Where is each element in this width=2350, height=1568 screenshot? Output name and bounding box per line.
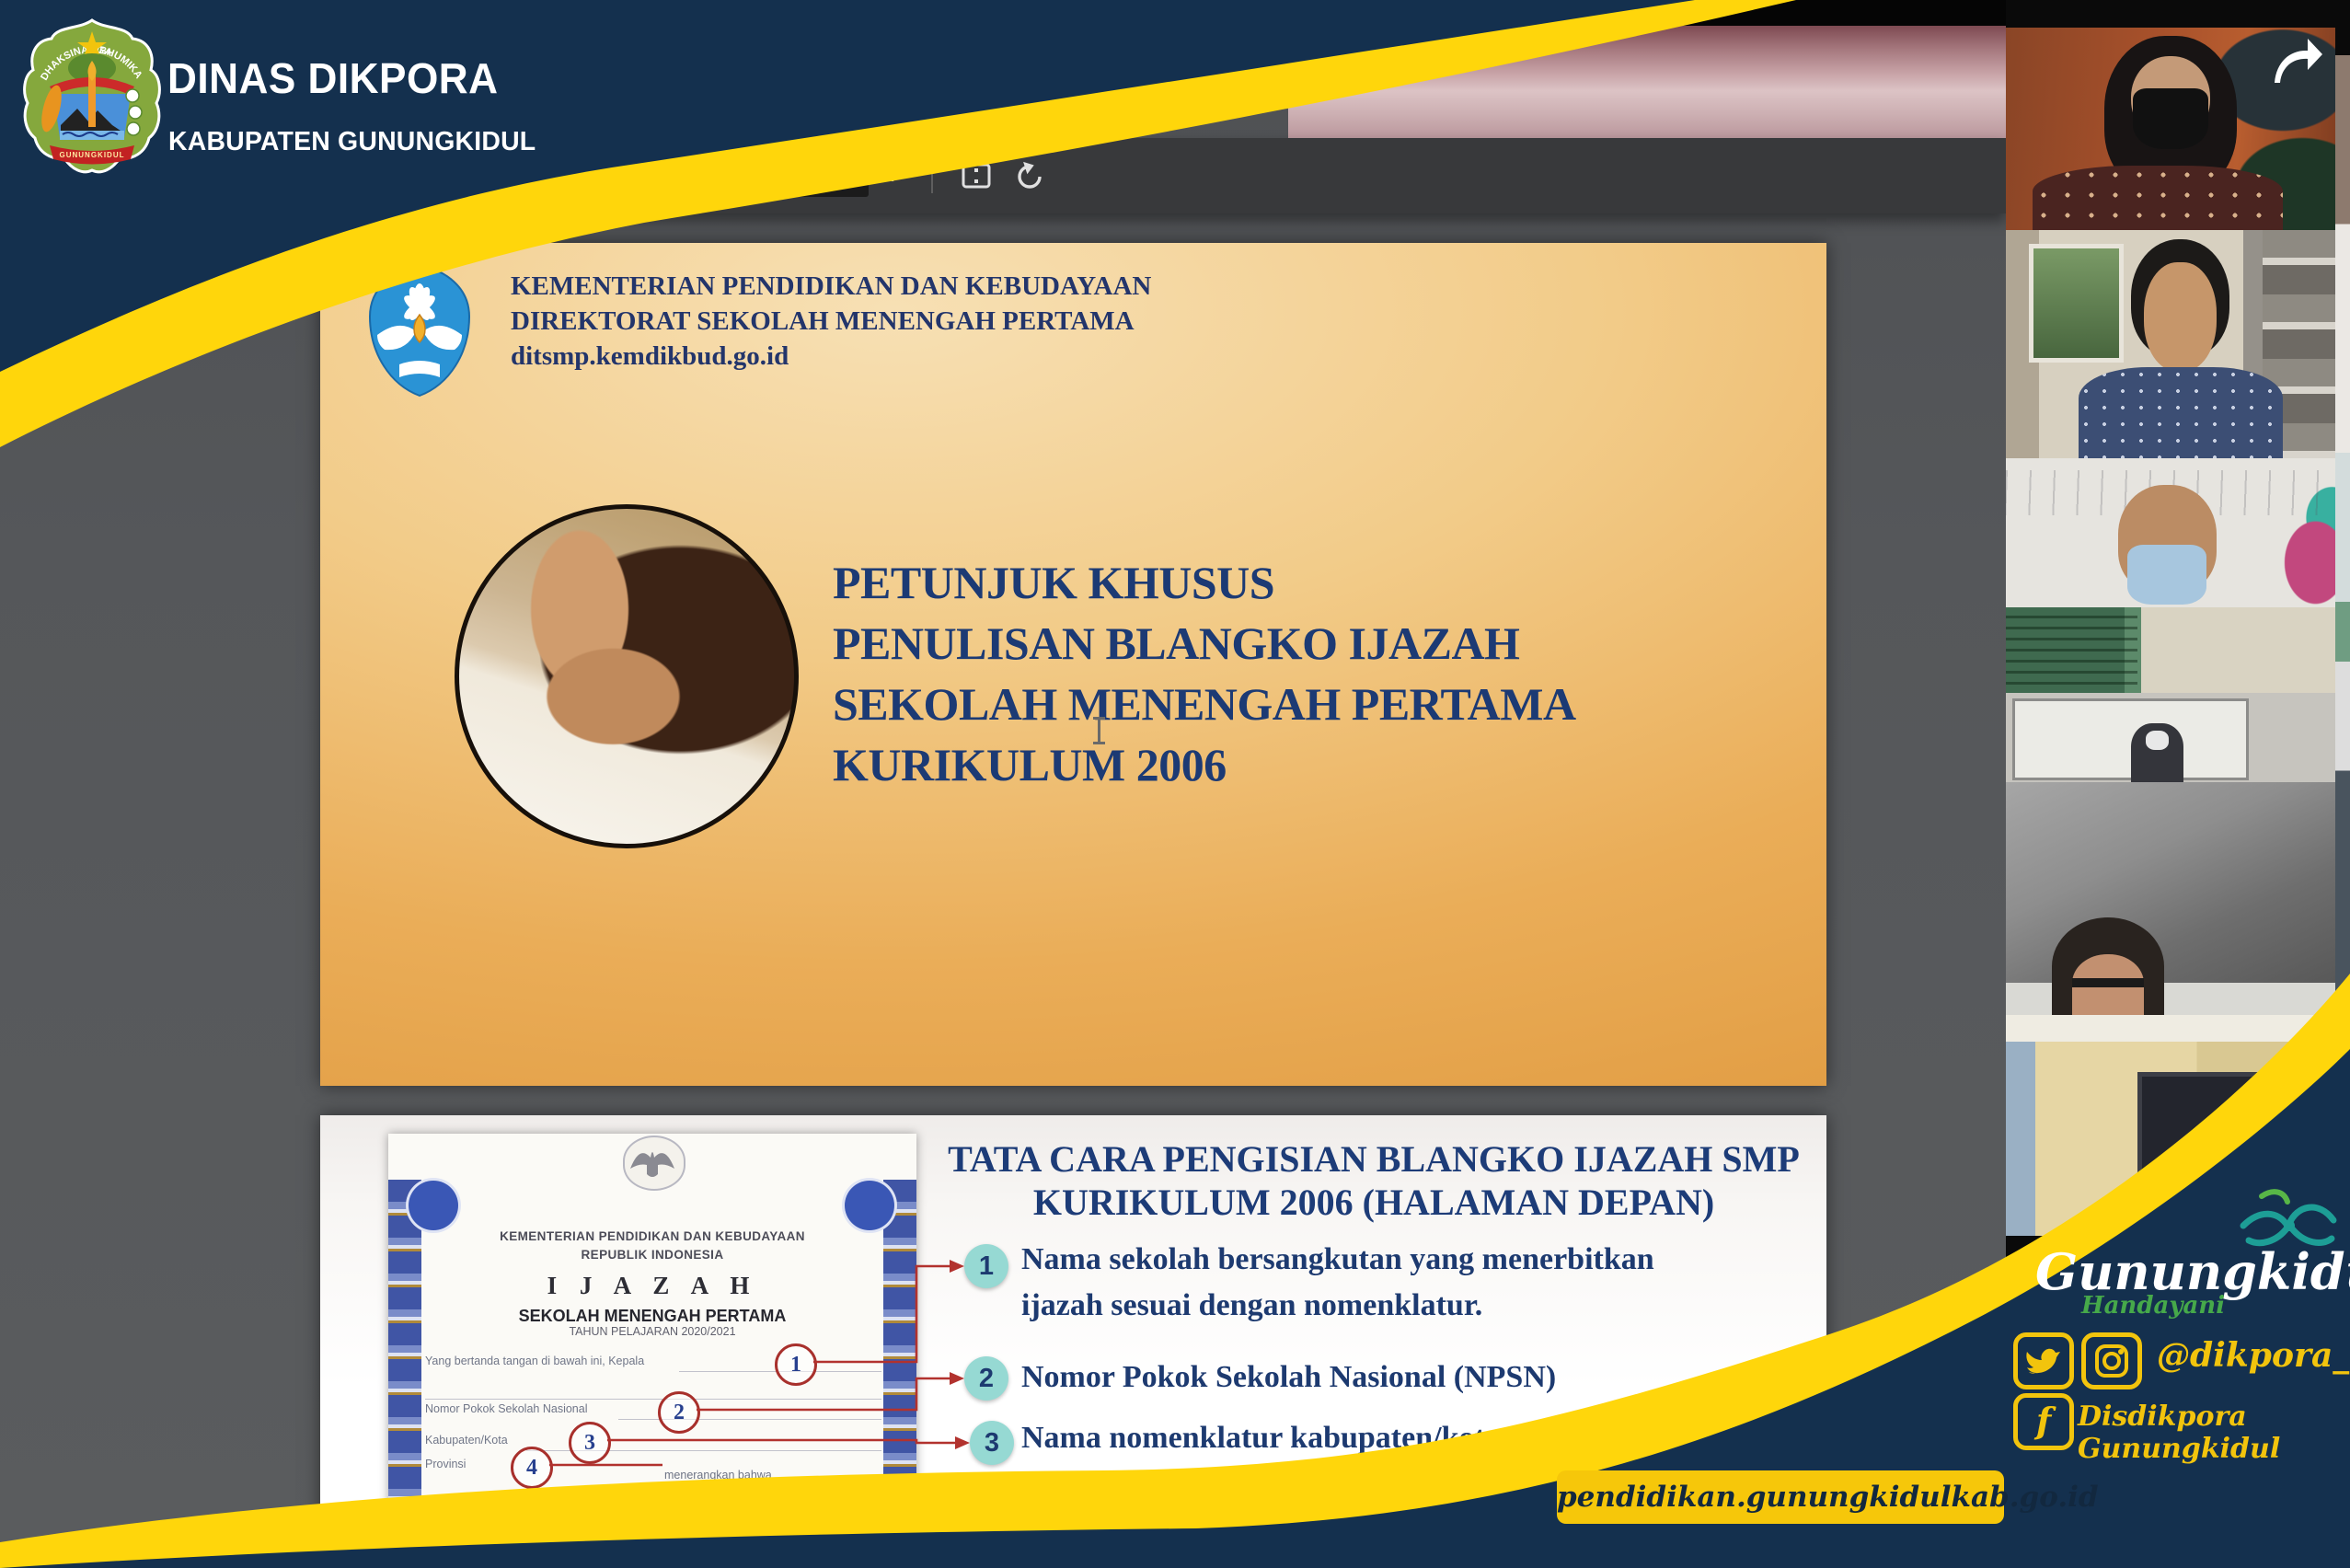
twitter-icon[interactable] <box>2013 1332 2074 1389</box>
frame-bottom-swoosh <box>0 0 2350 1568</box>
facebook-icon[interactable]: f <box>2013 1393 2074 1450</box>
social-handle[interactable]: @dikpora_gk <box>2157 1336 2350 1375</box>
facebook-initial: f <box>2036 1400 2051 1441</box>
screenshot-root: 12 / 55 − 100% + <box>0 0 2350 1568</box>
footer-brand-tagline: Handayani <box>2081 1292 2225 1320</box>
instagram-icon[interactable] <box>2081 1332 2142 1389</box>
website-badge[interactable]: pendidikan.gunungkidulkab.go.id <box>1557 1470 2004 1524</box>
facebook-page-name[interactable]: Disdikpora Gunungkidul <box>2078 1401 2350 1465</box>
